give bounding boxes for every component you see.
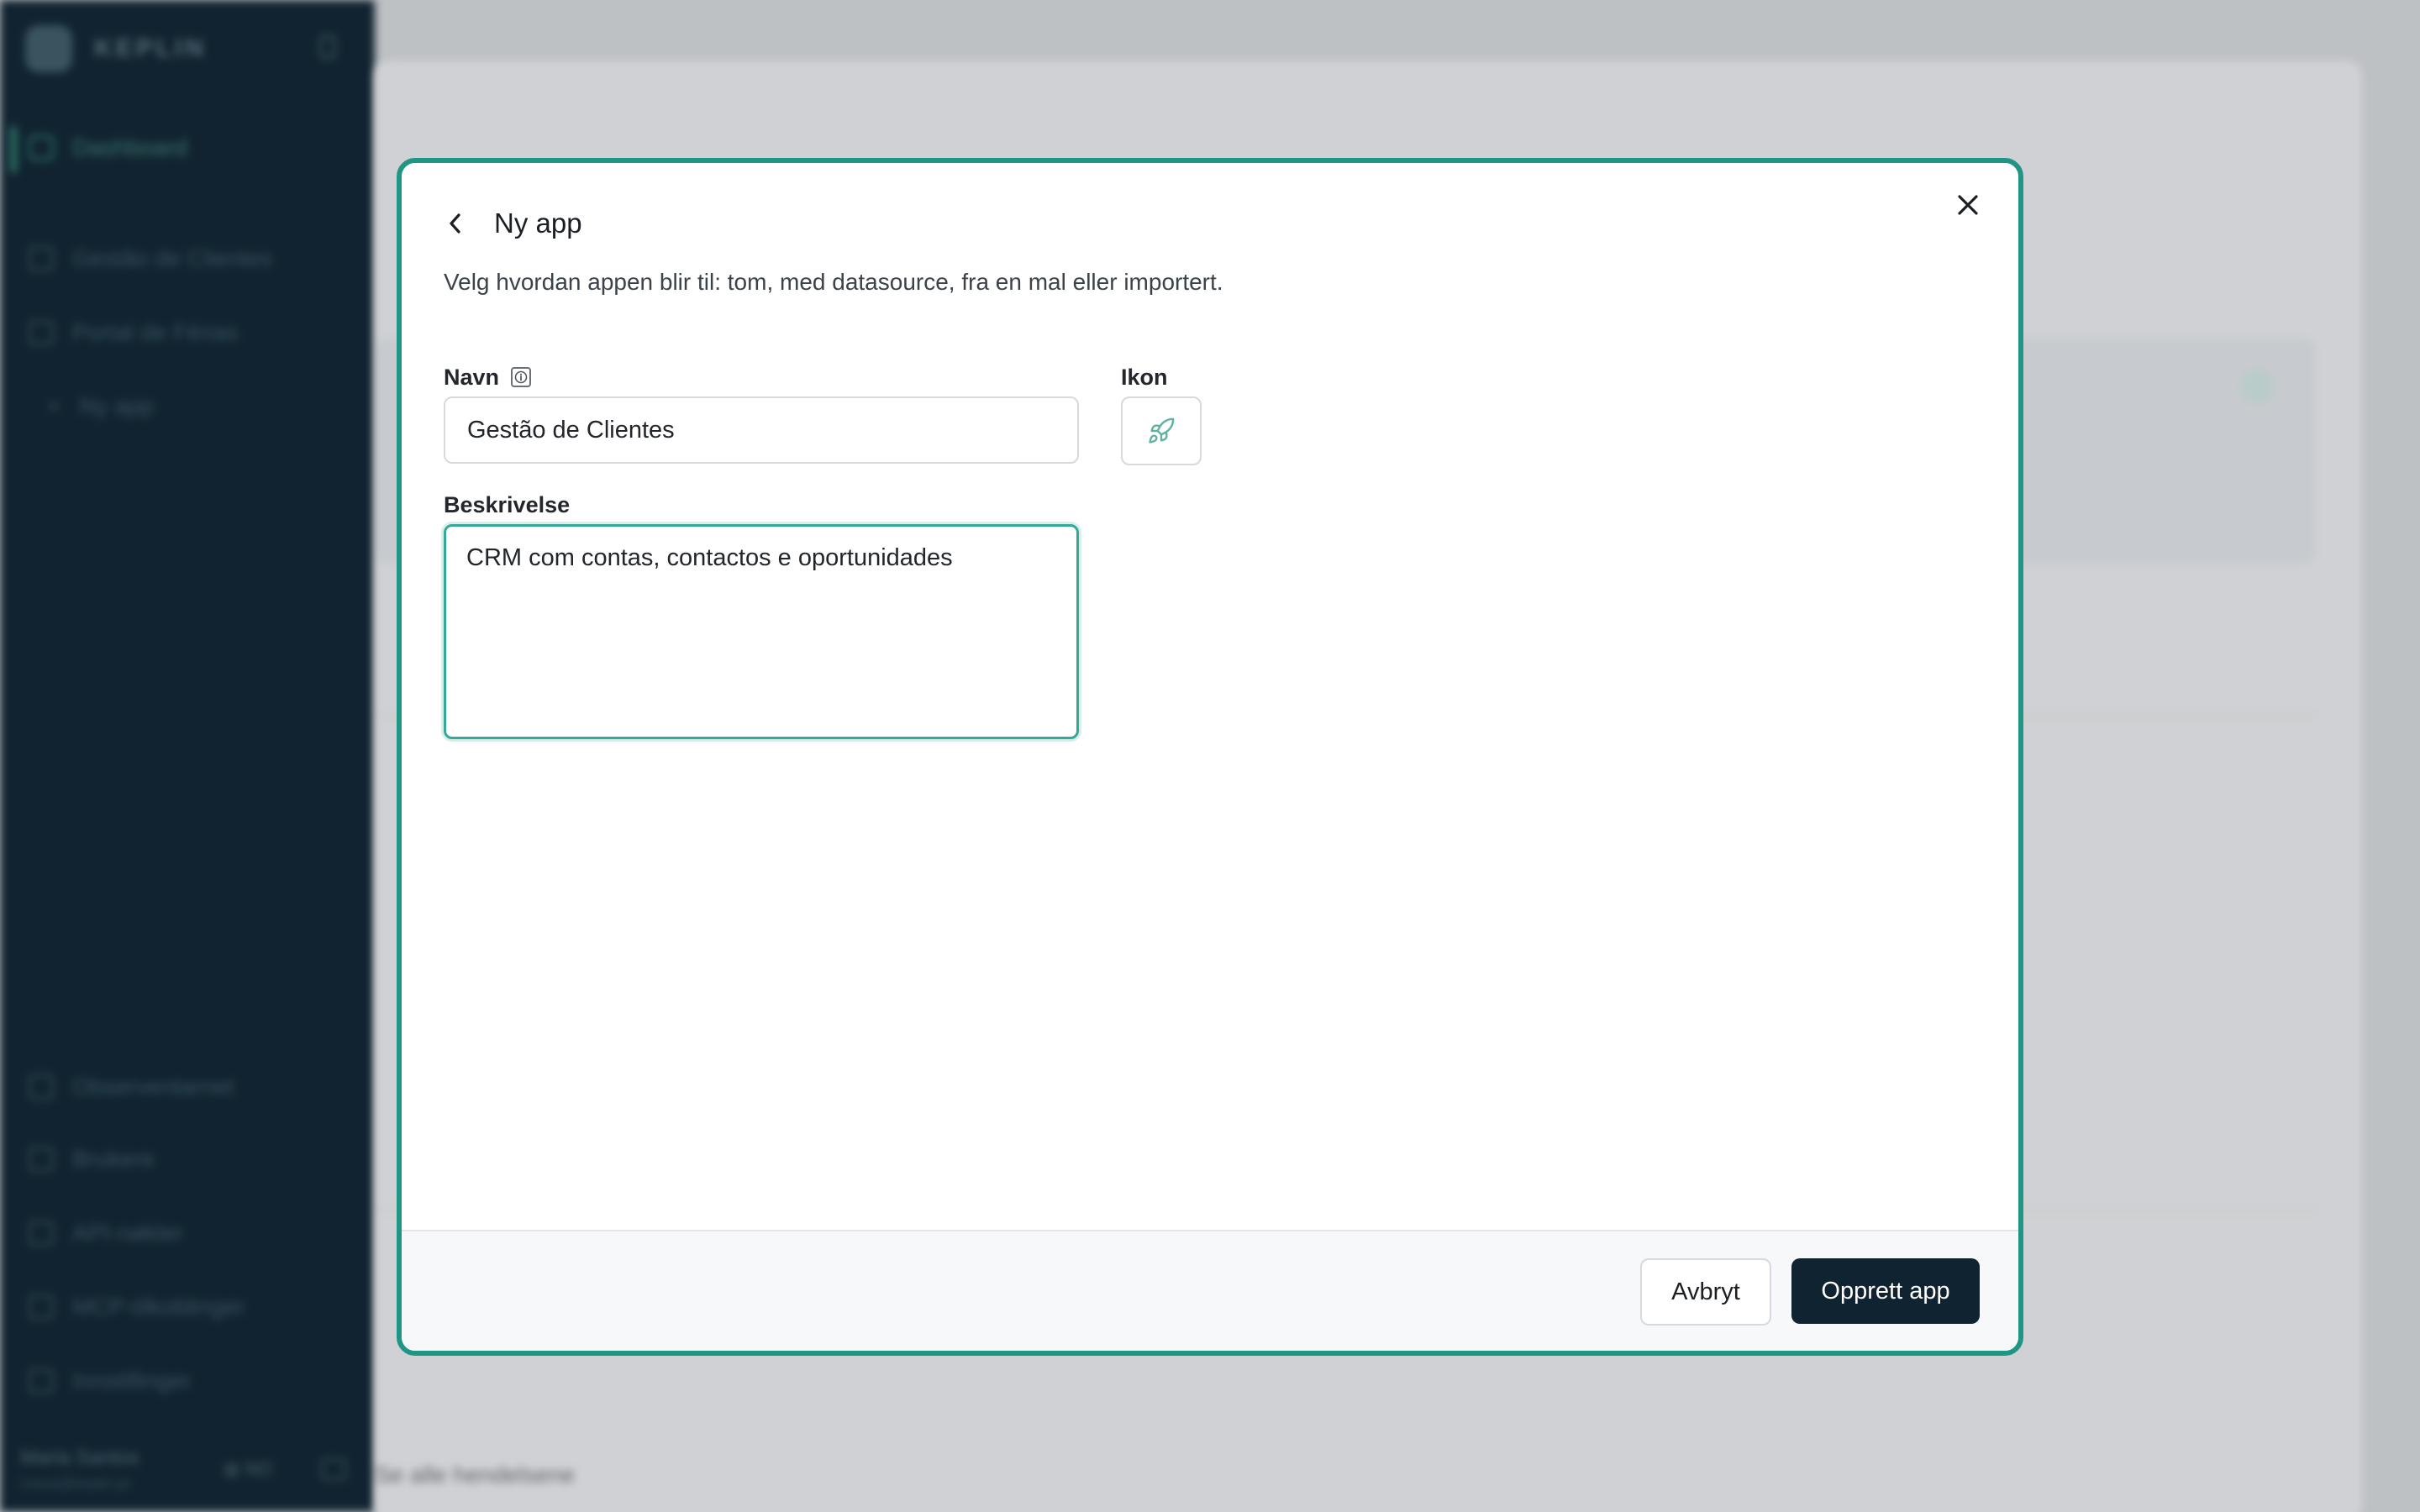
new-app-dialog: Ny app Velg hvordan appen blir til: tom,… [397, 158, 2023, 1356]
icon-picker-button[interactable] [1121, 396, 1202, 465]
create-app-button[interactable]: Opprett app [1791, 1258, 1980, 1324]
name-input[interactable] [444, 396, 1079, 464]
info-icon[interactable] [511, 367, 532, 387]
icon-label: Ikon [1121, 365, 1168, 390]
rocket-icon [1149, 417, 1175, 444]
close-button[interactable] [1949, 186, 1986, 223]
description-label: Beskrivelse [444, 492, 571, 517]
description-textarea[interactable]: CRM com contas, contactos e oportunidade… [444, 524, 1079, 739]
back-button[interactable] [439, 207, 472, 240]
dialog-footer: Avbryt Opprett app [402, 1230, 2018, 1351]
cancel-button[interactable]: Avbryt [1640, 1258, 1771, 1326]
dialog-description: Velg hvordan appen blir til: tom, med da… [444, 269, 1223, 295]
dialog-title: Ny app [494, 207, 582, 239]
close-icon [1958, 195, 1978, 215]
name-label-row: Navn [444, 363, 532, 391]
chevron-left-icon [450, 213, 460, 234]
name-label: Navn [444, 365, 500, 390]
